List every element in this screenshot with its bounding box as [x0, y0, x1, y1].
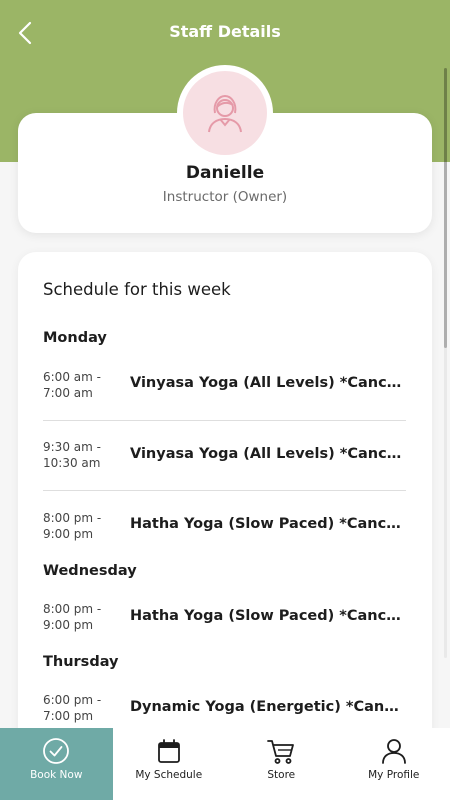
- time-end: 9:00 pm: [43, 527, 94, 541]
- tab-my-schedule[interactable]: My Schedule: [113, 728, 226, 800]
- time-start: 6:00 am -: [43, 370, 101, 384]
- calendar-icon: [154, 736, 184, 766]
- time-end: 7:00 pm: [43, 709, 94, 723]
- day-heading-wednesday: Wednesday: [43, 563, 137, 579]
- person-icon: [208, 94, 242, 133]
- tab-store[interactable]: Store: [225, 728, 338, 800]
- time-start: 8:00 pm -: [43, 602, 102, 616]
- time-end: 9:00 pm: [43, 618, 94, 632]
- tab-my-profile[interactable]: My Profile: [338, 728, 450, 800]
- class-name-link[interactable]: Hatha Yoga (Slow Paced) *Cancelled*: [130, 516, 406, 532]
- class-name-link[interactable]: Dynamic Yoga (Energetic) *Cancelled*: [130, 699, 406, 715]
- staff-role: Instructor (Owner): [162, 189, 288, 205]
- class-name-link[interactable]: Vinyasa Yoga (All Levels) *Cancelled*: [130, 446, 406, 462]
- time-start: 9:30 am -: [43, 440, 101, 454]
- class-time: 6:00 am - 7:00 am: [43, 369, 123, 401]
- staff-name: Danielle: [185, 163, 265, 183]
- class-time: 8:00 pm - 9:00 pm: [43, 510, 123, 542]
- tab-label: Store: [267, 769, 296, 781]
- day-heading-thursday: Thursday: [43, 654, 119, 670]
- bottom-tab-bar: Book Now My Schedule Store My Profile: [0, 728, 450, 800]
- scrollbar-thumb[interactable]: [444, 68, 447, 348]
- time-end: 10:30 am: [43, 456, 101, 470]
- schedule-title: Schedule for this week: [43, 280, 231, 299]
- class-time: 6:00 pm - 7:00 pm: [43, 692, 123, 724]
- class-name-link[interactable]: Vinyasa Yoga (All Levels) *Cancelled*: [130, 375, 406, 391]
- tab-book-now[interactable]: Book Now: [0, 728, 113, 800]
- user-icon: [379, 736, 409, 766]
- tab-label: Book Now: [30, 769, 83, 781]
- day-heading-monday: Monday: [43, 330, 107, 346]
- divider: [43, 490, 406, 491]
- cart-icon: [266, 736, 296, 766]
- tab-label: My Profile: [368, 769, 420, 781]
- page-title: Staff Details: [169, 22, 281, 41]
- divider: [43, 420, 406, 421]
- avatar: [183, 71, 267, 155]
- time-start: 8:00 pm -: [43, 511, 102, 525]
- class-time: 8:00 pm - 9:00 pm: [43, 601, 123, 633]
- time-end: 7:00 am: [43, 386, 93, 400]
- class-time: 9:30 am - 10:30 am: [43, 439, 123, 471]
- class-name-link[interactable]: Hatha Yoga (Slow Paced) *Cancelled*: [130, 608, 406, 624]
- time-start: 6:00 pm -: [43, 693, 102, 707]
- check-circle-icon: [41, 736, 71, 766]
- tab-label: My Schedule: [135, 769, 203, 781]
